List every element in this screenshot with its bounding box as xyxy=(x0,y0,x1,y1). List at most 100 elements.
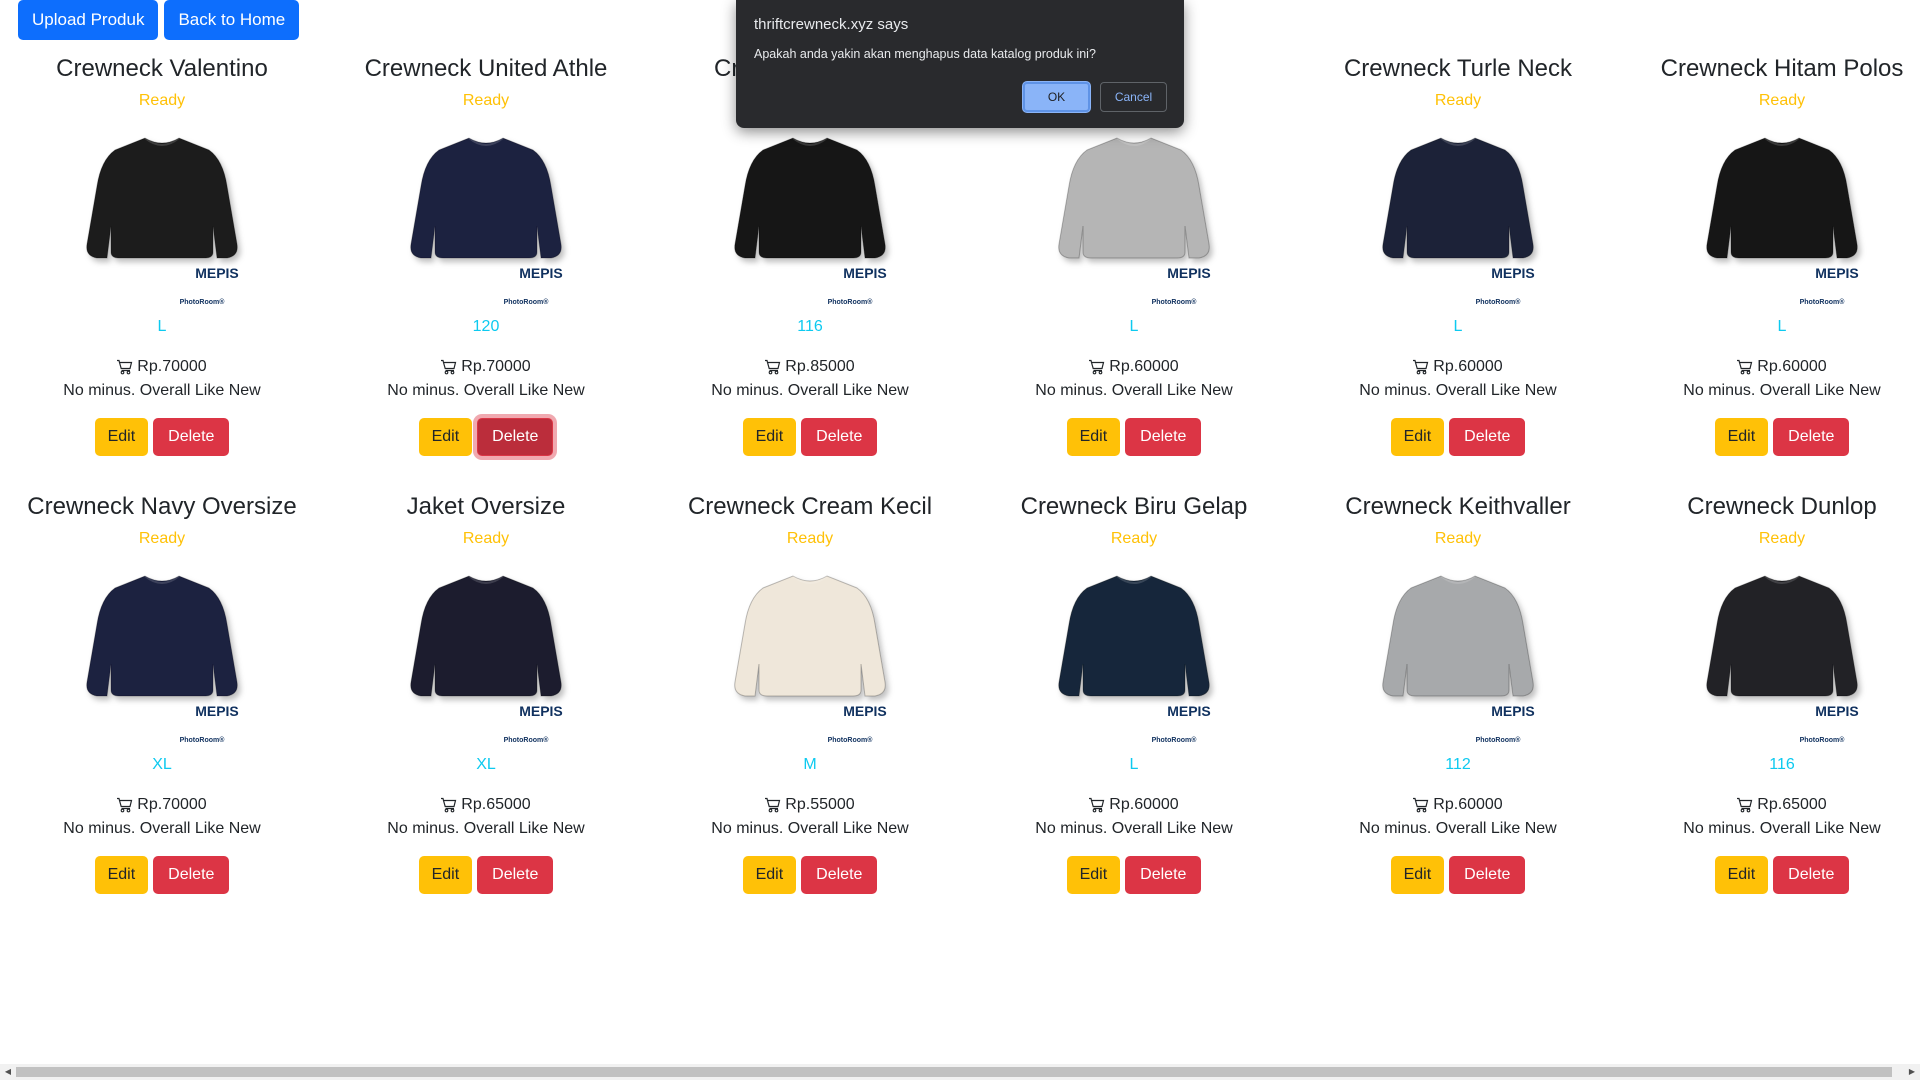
product-actions: Edit Delete xyxy=(1390,856,1526,894)
product-description: No minus. Overall Like New xyxy=(1359,382,1557,399)
product-actions: Edit Delete xyxy=(94,418,230,456)
photoroom-watermark: PhotoRoom® xyxy=(1800,736,1846,744)
delete-button[interactable]: Delete xyxy=(477,418,554,456)
scrollbar-thumb[interactable] xyxy=(16,1067,1892,1077)
product-card: Crewneck Navy Oversize Ready MEPIS Photo… xyxy=(0,486,324,924)
price-value: Rp.85000 xyxy=(785,358,855,375)
product-size: 116 xyxy=(1769,756,1795,773)
product-actions: Edit Delete xyxy=(742,418,878,456)
edit-button[interactable]: Edit xyxy=(418,418,473,456)
product-card: Crewneck Hitam Polos Ready MEPIS PhotoRo… xyxy=(1620,48,1920,486)
price-value: Rp.60000 xyxy=(1433,358,1503,375)
edit-button[interactable]: Edit xyxy=(742,418,797,456)
product-image: MEPIS PhotoRoom® xyxy=(725,554,895,754)
product-image: MEPIS PhotoRoom® xyxy=(1373,116,1543,316)
product-status: Ready xyxy=(138,530,186,547)
photoroom-watermark: PhotoRoom® xyxy=(180,736,226,744)
dialog-ok-button[interactable]: OK xyxy=(1023,82,1090,112)
product-size: L xyxy=(1129,756,1139,773)
product-title: Jaket Oversize xyxy=(406,493,566,520)
cart-icon xyxy=(441,797,457,813)
product-price: Rp.60000 xyxy=(1089,356,1179,378)
delete-button[interactable]: Delete xyxy=(801,856,878,894)
edit-button[interactable]: Edit xyxy=(1390,418,1445,456)
product-status: Ready xyxy=(1758,92,1806,109)
photoroom-watermark: PhotoRoom® xyxy=(1476,736,1522,744)
product-title: Crewneck Biru Gelap xyxy=(1020,493,1248,520)
product-actions: Edit Delete xyxy=(1714,856,1850,894)
product-image: MEPIS PhotoRoom® xyxy=(1049,116,1219,316)
horizontal-scrollbar[interactable]: ◀ ▶ xyxy=(0,1064,1920,1080)
delete-button[interactable]: Delete xyxy=(1773,418,1850,456)
edit-button[interactable]: Edit xyxy=(1066,856,1121,894)
product-title: Crewneck Navy Oversize xyxy=(27,493,297,520)
cart-icon xyxy=(765,359,781,375)
delete-button[interactable]: Delete xyxy=(1449,418,1526,456)
product-actions: Edit Delete xyxy=(1066,418,1202,456)
sweater-image: MEPIS PhotoRoom® xyxy=(1382,575,1535,744)
product-description: No minus. Overall Like New xyxy=(1359,820,1557,837)
cart-icon xyxy=(1737,359,1753,375)
product-image: MEPIS PhotoRoom® xyxy=(1049,554,1219,754)
product-image: MEPIS PhotoRoom® xyxy=(1697,554,1867,754)
photoroom-watermark: PhotoRoom® xyxy=(828,736,874,744)
product-size: L xyxy=(1777,318,1787,335)
delete-button[interactable]: Delete xyxy=(1125,418,1202,456)
delete-button[interactable]: Delete xyxy=(1449,856,1526,894)
edit-button[interactable]: Edit xyxy=(1714,418,1769,456)
price-value: Rp.60000 xyxy=(1109,796,1179,813)
sweater-image: MEPIS PhotoRoom® xyxy=(734,137,887,306)
delete-button[interactable]: Delete xyxy=(153,856,230,894)
scroll-left-arrow-icon[interactable]: ◀ xyxy=(0,1064,16,1080)
cart-icon xyxy=(441,359,457,375)
cart-icon xyxy=(1737,797,1753,813)
product-size: 116 xyxy=(797,318,823,335)
edit-button[interactable]: Edit xyxy=(94,856,149,894)
product-price: Rp.65000 xyxy=(441,794,531,816)
edit-button[interactable]: Edit xyxy=(1066,418,1121,456)
dialog-actions: OK Cancel xyxy=(1023,82,1167,112)
edit-button[interactable]: Edit xyxy=(1714,856,1769,894)
product-actions: Edit Delete xyxy=(1714,418,1850,456)
product-price: Rp.70000 xyxy=(117,794,207,816)
product-actions: Edit Delete xyxy=(418,856,554,894)
mepis-logo: MEPIS xyxy=(1491,265,1535,281)
product-actions: Edit Delete xyxy=(1066,856,1202,894)
product-title: Crewneck Turle Neck xyxy=(1343,55,1573,82)
product-actions: Edit Delete xyxy=(1390,418,1526,456)
confirm-dialog: thriftcrewneck.xyz says Apakah anda yaki… xyxy=(736,0,1184,128)
dialog-cancel-button[interactable]: Cancel xyxy=(1100,82,1167,112)
sweater-image: MEPIS PhotoRoom® xyxy=(1382,137,1535,306)
product-card: Crewneck United Athle Ready MEPIS PhotoR… xyxy=(324,48,648,486)
product-price: Rp.70000 xyxy=(117,356,207,378)
scroll-right-arrow-icon[interactable]: ▶ xyxy=(1904,1064,1920,1080)
product-title: Crewneck Valentino xyxy=(56,55,268,82)
edit-button[interactable]: Edit xyxy=(418,856,473,894)
back-to-home-button[interactable]: Back to Home xyxy=(164,0,300,40)
edit-button[interactable]: Edit xyxy=(94,418,149,456)
delete-button[interactable]: Delete xyxy=(801,418,878,456)
edit-button[interactable]: Edit xyxy=(742,856,797,894)
delete-button[interactable]: Delete xyxy=(477,856,554,894)
delete-button[interactable]: Delete xyxy=(153,418,230,456)
price-value: Rp.60000 xyxy=(1757,358,1827,375)
delete-button[interactable]: Delete xyxy=(1125,856,1202,894)
product-description: No minus. Overall Like New xyxy=(63,820,261,837)
mepis-logo: MEPIS xyxy=(1167,703,1211,719)
product-status: Ready xyxy=(1758,530,1806,547)
product-price: Rp.70000 xyxy=(441,356,531,378)
product-status: Ready xyxy=(462,92,510,109)
product-image: MEPIS PhotoRoom® xyxy=(1697,116,1867,316)
sweater-image: MEPIS PhotoRoom® xyxy=(1058,137,1211,306)
edit-button[interactable]: Edit xyxy=(1390,856,1445,894)
product-size: L xyxy=(1453,318,1463,335)
product-price: Rp.60000 xyxy=(1737,356,1827,378)
delete-button[interactable]: Delete xyxy=(1773,856,1850,894)
product-status: Ready xyxy=(1110,530,1158,547)
upload-product-button[interactable]: Upload Produk xyxy=(18,0,159,40)
product-description: No minus. Overall Like New xyxy=(711,382,909,399)
product-size: L xyxy=(157,318,167,335)
product-price: Rp.65000 xyxy=(1737,794,1827,816)
mepis-logo: MEPIS xyxy=(1491,703,1535,719)
sweater-image: MEPIS PhotoRoom® xyxy=(86,137,239,306)
